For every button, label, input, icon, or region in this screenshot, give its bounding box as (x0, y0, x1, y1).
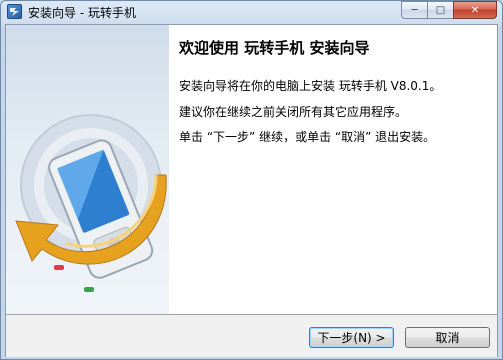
close-icon: ✕ (470, 4, 480, 16)
install-description: 安装向导将在你的电脑上安装 玩转手机 V8.0.1。 (179, 79, 442, 93)
window-controls: ─ □ ✕ (401, 1, 497, 20)
window-title: 安装向导 - 玩转手机 (28, 6, 136, 20)
installer-window: 安装向导 - 玩转手机 ─ □ ✕ 欢迎使用 玩转手机 安装向导 安装向导将在你… (0, 0, 503, 360)
side-banner (6, 25, 169, 314)
instructions-text: 单击 “下一步” 继续，或单击 “取消” 退出安装。 (179, 130, 436, 144)
minimize-button[interactable]: ─ (401, 1, 427, 19)
phone-with-arrow-illustration (15, 114, 167, 292)
installer-icon (7, 4, 22, 19)
cancel-button[interactable]: 取消 (405, 327, 490, 348)
close-button[interactable]: ✕ (453, 1, 497, 19)
wizard-page: 欢迎使用 玩转手机 安装向导 安装向导将在你的电脑上安装 玩转手机 V8.0.1… (5, 24, 498, 357)
button-bar: 下一步(N) > 取消 (6, 314, 497, 357)
title-bar[interactable]: 安装向导 - 玩转手机 ─ □ ✕ (1, 1, 502, 23)
maximize-icon: □ (435, 4, 446, 16)
close-apps-advice: 建议你在继续之前关闭所有其它应用程序。 (179, 105, 408, 119)
maximize-button[interactable]: □ (427, 1, 453, 19)
minimize-icon: ─ (411, 4, 418, 16)
next-button[interactable]: 下一步(N) > (309, 327, 394, 348)
page-title: 欢迎使用 玩转手机 安装向导 (179, 39, 370, 57)
